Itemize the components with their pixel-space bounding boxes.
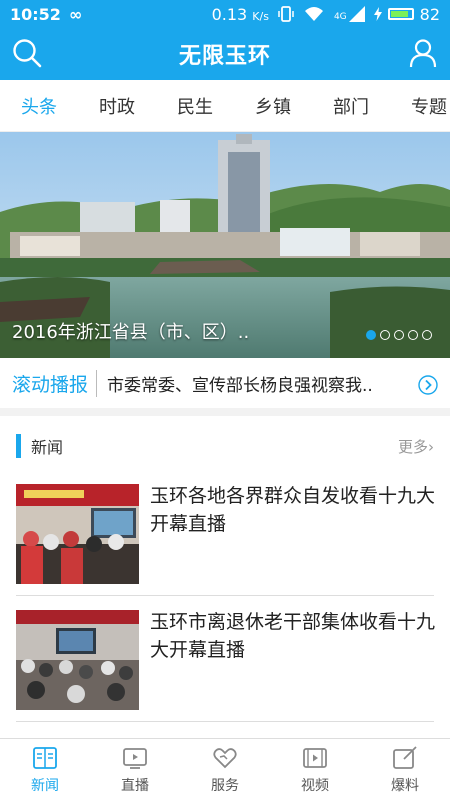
nav-label: 服务 — [211, 777, 239, 794]
nav-report[interactable]: 爆料 — [360, 739, 450, 800]
app-screen: 10:52 ∞ 0.13 K/s 4G 82 无限玉环 头条 时政 民生 乡镇 … — [0, 0, 450, 800]
heart-icon — [213, 747, 237, 768]
page-title: 无限玉环 — [178, 44, 271, 69]
video-icon — [303, 747, 327, 768]
battery-level: 82 — [419, 4, 440, 24]
edit-icon — [393, 745, 417, 769]
news-thumbnail — [16, 484, 139, 584]
tab-departments[interactable]: 部门 — [312, 93, 390, 119]
battery: 82 — [373, 4, 440, 24]
signal-icon — [348, 6, 365, 22]
carousel-dot[interactable] — [408, 330, 418, 340]
nav-live[interactable]: 直播 — [90, 739, 180, 800]
bottom-navigation: 新闻 直播 服务 视频 爆料 — [0, 738, 450, 800]
news-section-header: 新闻 更多› — [0, 424, 450, 468]
status-right: 0.13 K/s 4G 82 — [212, 5, 440, 24]
status-time: 10:52 — [10, 4, 61, 24]
banner-caption: 2016年浙江省县（市、区）.. — [12, 322, 250, 343]
tab-politics[interactable]: 时政 — [78, 93, 156, 119]
app-header: 无限玉环 — [0, 28, 450, 80]
ticker-text[interactable]: 市委常委、宣传部长杨良强视察我.. — [97, 371, 397, 396]
nav-news[interactable]: 新闻 — [0, 739, 90, 800]
carousel-dot[interactable] — [366, 330, 376, 340]
battery-icon — [387, 8, 414, 20]
net-speed: 0.13 K/s — [211, 4, 269, 24]
tab-special[interactable]: 专题 — [390, 93, 450, 119]
news-list: 玉环各地各界群众自发收看十九大开幕直播 玉环市离退休老干部集体收看十九大开幕直播 — [0, 470, 450, 722]
nav-service[interactable]: 服务 — [180, 739, 270, 800]
section-marker — [16, 434, 21, 458]
divider — [16, 721, 434, 722]
list-item[interactable]: 玉环市离退休老干部集体收看十九大开幕直播 — [0, 596, 450, 722]
scrolling-news[interactable]: 滚动播报 市委常委、宣传部长杨良强视察我.. — [0, 358, 450, 416]
live-tv-icon — [123, 747, 147, 769]
user-icon[interactable] — [408, 38, 438, 68]
chevron-right-icon[interactable] — [418, 375, 438, 395]
nav-label: 视频 — [301, 777, 329, 794]
banner-carousel[interactable]: 2016年浙江省县（市、区）.. — [0, 132, 450, 358]
ticker-label: 滚动播报 — [0, 369, 98, 397]
carousel-indicator — [366, 330, 432, 340]
more-link[interactable]: 更多› — [398, 436, 434, 457]
carousel-dot[interactable] — [422, 330, 432, 340]
carousel-dot[interactable] — [380, 330, 390, 340]
carousel-dot[interactable] — [394, 330, 404, 340]
search-icon[interactable] — [12, 38, 42, 68]
section-title: 新闻 — [31, 438, 64, 457]
nav-label: 新闻 — [31, 777, 59, 794]
news-headline[interactable]: 玉环各地各界群众自发收看十九大开幕直播 — [150, 482, 435, 538]
nav-video[interactable]: 视频 — [270, 739, 360, 800]
charging-icon — [373, 7, 382, 21]
wifi-icon — [304, 7, 323, 21]
tab-livelihood[interactable]: 民生 — [156, 93, 234, 119]
category-tabs: 头条 时政 民生 乡镇 部门 专题 — [0, 80, 450, 132]
news-thumbnail — [16, 610, 139, 710]
vibrate-icon — [278, 6, 294, 22]
tab-towns[interactable]: 乡镇 — [234, 93, 312, 119]
tab-headlines[interactable]: 头条 — [0, 93, 78, 119]
status-bar: 10:52 ∞ 0.13 K/s 4G 82 — [0, 0, 450, 28]
news-headline[interactable]: 玉环市离退休老干部集体收看十九大开幕直播 — [150, 608, 435, 664]
list-item[interactable]: 玉环各地各界群众自发收看十九大开幕直播 — [0, 470, 450, 596]
news-icon — [33, 746, 57, 769]
infinity-icon: ∞ — [68, 4, 83, 24]
nav-label: 直播 — [121, 777, 149, 794]
nav-label: 爆料 — [391, 777, 419, 794]
network-type: 4G — [334, 6, 365, 22]
